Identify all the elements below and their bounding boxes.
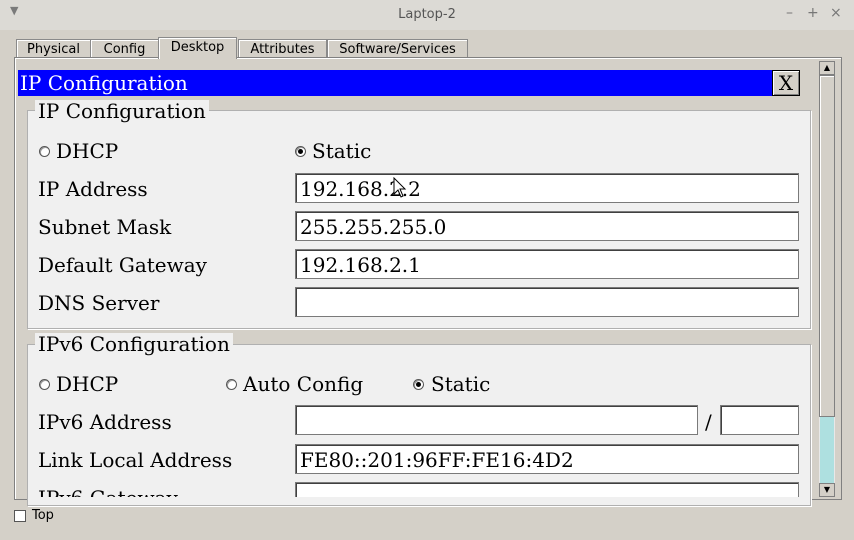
ipv6-dhcp-radio[interactable]	[39, 379, 50, 390]
ip-address-label: IP Address	[38, 177, 148, 201]
vertical-scrollbar[interactable]: ▲ ▼	[819, 61, 835, 497]
tab-config[interactable]: Config	[90, 39, 159, 59]
tab-software-services[interactable]: Software/Services	[327, 39, 468, 59]
default-gateway-input[interactable]: 192.168.2.1	[295, 249, 799, 279]
tab-attributes[interactable]: Attributes	[238, 39, 327, 59]
close-ip-config-button[interactable]: X	[772, 70, 800, 96]
ipv6-gateway-input[interactable]	[295, 482, 799, 497]
title-bar: ▼ Laptop-2 – + ×	[0, 0, 854, 30]
ipv6-dhcp-label: DHCP	[56, 372, 119, 396]
clipped-row: IPv6 Gateway	[15, 482, 820, 497]
ipv4-dhcp-label: DHCP	[56, 139, 119, 163]
ipv4-static-radio[interactable]	[295, 146, 306, 157]
link-local-input[interactable]: FE80::201:96FF:FE16:4D2	[295, 444, 799, 474]
ipv6-auto-config-radio[interactable]	[226, 379, 237, 390]
ipv4-group-title: IP Configuration	[35, 100, 209, 122]
minimize-button[interactable]: –	[786, 5, 793, 21]
default-gateway-label: Default Gateway	[38, 253, 207, 277]
ipv6-prefix-input[interactable]	[720, 405, 799, 435]
ipv6-static-label: Static	[431, 372, 491, 396]
dns-server-input[interactable]	[295, 287, 799, 317]
tab-physical[interactable]: Physical	[16, 39, 91, 59]
top-checkbox[interactable]	[14, 510, 26, 522]
ipv6-gateway-label: IPv6 Gateway	[38, 486, 178, 497]
link-local-label: Link Local Address	[38, 448, 233, 472]
window-title: Laptop-2	[398, 7, 456, 22]
scroll-track[interactable]	[820, 417, 834, 483]
close-window-button[interactable]: ×	[830, 5, 842, 21]
ipv6-group-title: IPv6 Configuration	[35, 333, 233, 355]
scroll-down-icon[interactable]: ▼	[819, 483, 835, 497]
maximize-button[interactable]: +	[807, 5, 819, 21]
ipv6-static-radio[interactable]	[413, 379, 424, 390]
dns-server-label: DNS Server	[38, 291, 160, 315]
ipv6-auto-config-label: Auto Config	[243, 372, 364, 396]
ipv6-address-label: IPv6 Address	[38, 410, 172, 434]
top-checkbox-label: Top	[32, 508, 54, 523]
ipv4-dhcp-radio[interactable]	[39, 146, 50, 157]
ipv4-static-label: Static	[312, 139, 372, 163]
subnet-mask-label: Subnet Mask	[38, 215, 172, 239]
ip-configuration-header: IP Configuration	[18, 70, 776, 96]
tab-desktop[interactable]: Desktop	[158, 37, 237, 59]
scroll-thumb[interactable]	[819, 75, 835, 417]
prefix-slash: /	[705, 410, 712, 434]
ipv6-address-input[interactable]	[295, 405, 698, 435]
subnet-mask-input[interactable]: 255.255.255.0	[295, 211, 799, 241]
scroll-up-icon[interactable]: ▲	[819, 61, 835, 75]
desktop-panel: IP Configuration X IP Configuration DHCP…	[14, 57, 842, 506]
ip-address-input[interactable]: 192.168.2.2	[295, 173, 799, 203]
mouse-cursor-icon	[393, 177, 407, 198]
